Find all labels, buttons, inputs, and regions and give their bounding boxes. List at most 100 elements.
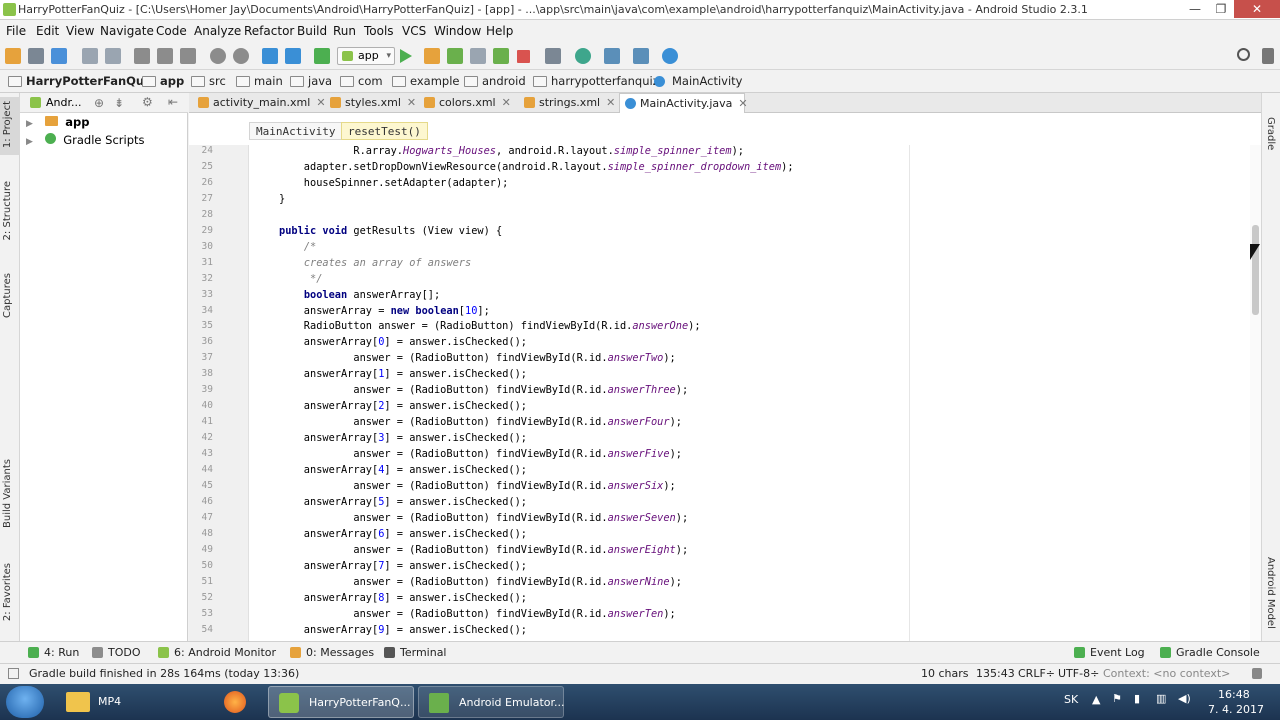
battery-icon[interactable]: ▮ xyxy=(1134,692,1140,705)
tool-structure[interactable]: 2: Structure xyxy=(2,181,13,240)
make-project-icon[interactable] xyxy=(314,48,330,64)
taskbar-item-android-studio[interactable]: HarryPotterFanQ... xyxy=(268,686,414,718)
find-icon[interactable] xyxy=(210,48,226,64)
code-line[interactable]: answer = (RadioButton) findViewById(R.id… xyxy=(279,512,688,524)
debug-icon[interactable] xyxy=(447,48,463,64)
taskbar-item-android-emulator[interactable]: Android Emulator... xyxy=(418,686,565,718)
clock-time[interactable]: 16:48 xyxy=(1218,688,1250,701)
menu-file[interactable]: File xyxy=(6,24,26,38)
redo-icon[interactable] xyxy=(105,48,121,64)
breadcrumb-class[interactable]: MainActivity xyxy=(654,74,742,90)
copy-icon[interactable] xyxy=(157,48,173,64)
language-indicator[interactable]: SK xyxy=(1064,693,1078,706)
breadcrumb-com[interactable]: com xyxy=(340,74,383,90)
menu-vcs[interactable]: VCS xyxy=(402,24,426,38)
editor-crumb-class[interactable]: MainActivity xyxy=(249,122,343,140)
menu-tools[interactable]: Tools xyxy=(364,24,394,38)
breadcrumb-example[interactable]: example xyxy=(392,74,460,90)
code-line[interactable]: answer = (RadioButton) findViewById(R.id… xyxy=(279,448,682,460)
paste-icon[interactable] xyxy=(180,48,196,64)
code-line[interactable]: answer = (RadioButton) findViewById(R.id… xyxy=(279,480,675,492)
code-line[interactable]: answerArray[0] = answer.isChecked(); xyxy=(279,336,527,348)
code-line[interactable]: answer = (RadioButton) findViewById(R.id… xyxy=(279,576,682,588)
code-line[interactable]: answerArray[2] = answer.isChecked(); xyxy=(279,400,527,412)
run-icon[interactable] xyxy=(400,49,412,63)
network-icon[interactable]: ▥ xyxy=(1156,692,1166,705)
cut-icon[interactable] xyxy=(134,48,150,64)
tool-terminal[interactable]: Terminal xyxy=(384,646,447,659)
code-line[interactable]: R.array.Hogwarts_Houses, android.R.layou… xyxy=(279,145,744,157)
breadcrumb-project[interactable]: HarryPotterFanQuiz xyxy=(8,74,155,90)
sync-icon[interactable] xyxy=(51,48,67,64)
code-line[interactable]: answerArray[4] = answer.isChecked(); xyxy=(279,464,527,476)
event-log-icon[interactable] xyxy=(1262,48,1274,64)
editor-vertical-scrollbar[interactable] xyxy=(1250,145,1261,641)
code-line[interactable]: boolean answerArray[]; xyxy=(279,289,440,301)
sdk-manager-icon[interactable] xyxy=(633,48,649,64)
code-line[interactable]: answer = (RadioButton) findViewById(R.id… xyxy=(279,416,682,428)
replace-icon[interactable] xyxy=(233,48,249,64)
forward-icon[interactable] xyxy=(285,48,301,64)
tool-gradle-console[interactable]: Gradle Console xyxy=(1160,646,1260,659)
code-line[interactable]: public void getResults (View view) { xyxy=(279,225,502,237)
code-line[interactable]: answerArray = new boolean[10]; xyxy=(279,305,490,317)
tree-item-gradle-scripts[interactable]: ▶ Gradle Scripts xyxy=(26,133,145,151)
tool-android-monitor[interactable]: 6: Android Monitor xyxy=(158,646,276,659)
status-encoding[interactable]: UTF-8÷ xyxy=(1058,667,1099,680)
breadcrumb-java[interactable]: java xyxy=(290,74,332,90)
breadcrumb-src[interactable]: src xyxy=(191,74,226,90)
scroll-from-source-icon[interactable]: ⇟ xyxy=(114,96,124,110)
toggle-tool-buttons-icon[interactable] xyxy=(8,668,19,679)
menu-window[interactable]: Window xyxy=(434,24,481,38)
tree-item-app[interactable]: ▶ app xyxy=(26,115,89,133)
menu-code[interactable]: Code xyxy=(156,24,187,38)
editor-crumb-method[interactable]: resetTest() xyxy=(341,122,428,140)
close-tab-icon[interactable]: ✕ xyxy=(502,96,511,109)
tool-captures[interactable]: Captures xyxy=(2,273,13,318)
close-tab-icon[interactable]: ✕ xyxy=(738,97,747,110)
menu-build[interactable]: Build xyxy=(297,24,327,38)
avd-manager-icon[interactable] xyxy=(545,48,561,64)
tab-main-activity-java[interactable]: MainActivity.java ✕ xyxy=(619,93,748,113)
start-button[interactable] xyxy=(6,686,44,718)
volume-icon[interactable]: ◀) xyxy=(1178,692,1191,705)
tool-android-model[interactable]: Android Model xyxy=(1265,557,1276,629)
project-structure-icon[interactable] xyxy=(604,48,620,64)
code-editor[interactable]: 24 25 26 27 28 29 30 31 32 33 34 35 36 37 38 39 40 41 42 43… xyxy=(189,145,1250,641)
help-icon[interactable] xyxy=(662,48,678,64)
tool-messages[interactable]: 0: Messages xyxy=(290,646,374,659)
hide-panel-icon[interactable]: ⇤ xyxy=(168,95,178,109)
back-icon[interactable] xyxy=(262,48,278,64)
gear-icon[interactable]: ⚙ xyxy=(142,95,153,109)
code-line[interactable]: answerArray[7] = answer.isChecked(); xyxy=(279,560,527,572)
search-everywhere-icon[interactable] xyxy=(1237,48,1250,61)
code-line[interactable]: answer = (RadioButton) findViewById(R.id… xyxy=(279,608,675,620)
code-line[interactable]: /* xyxy=(279,241,316,253)
menu-refactor[interactable]: Refactor xyxy=(244,24,294,38)
code-line[interactable]: } xyxy=(279,193,285,205)
stop-icon[interactable] xyxy=(517,50,530,63)
code-line[interactable]: answerArray[3] = answer.isChecked(); xyxy=(279,432,527,444)
code-line[interactable]: houseSpinner.setAdapter(adapter); xyxy=(279,177,509,189)
maximize-button[interactable]: ❐ xyxy=(1208,0,1234,18)
tab-activity-main-xml[interactable]: activity_main.xml ✕ xyxy=(193,93,326,113)
close-tab-icon[interactable]: ✕ xyxy=(407,96,416,109)
code-line[interactable]: adapter.setDropDownViewResource(android.… xyxy=(279,161,794,173)
tab-styles-xml[interactable]: styles.xml ✕ xyxy=(325,93,416,113)
tool-project[interactable]: 1: Project xyxy=(2,101,13,148)
tab-colors-xml[interactable]: colors.xml ✕ xyxy=(419,93,511,113)
code-line[interactable]: answerArray[1] = answer.isChecked(); xyxy=(279,368,527,380)
taskbar-item-firefox[interactable] xyxy=(214,686,258,718)
apply-changes-icon[interactable] xyxy=(424,48,440,64)
undo-icon[interactable] xyxy=(82,48,98,64)
close-tab-icon[interactable]: ✕ xyxy=(606,96,615,109)
code-line[interactable]: answer = (RadioButton) findViewById(R.id… xyxy=(279,352,675,364)
breadcrumb-package[interactable]: harrypotterfanquiz xyxy=(533,74,659,90)
code-line[interactable]: answer = (RadioButton) findViewById(R.id… xyxy=(279,384,688,396)
profile-icon[interactable] xyxy=(470,48,486,64)
flag-icon[interactable]: ⚑ xyxy=(1112,692,1122,705)
menu-edit[interactable]: Edit xyxy=(36,24,59,38)
menu-view[interactable]: View xyxy=(66,24,94,38)
run-config-select[interactable]: app ▾ xyxy=(337,47,395,65)
close-button[interactable]: ✕ xyxy=(1234,0,1280,18)
